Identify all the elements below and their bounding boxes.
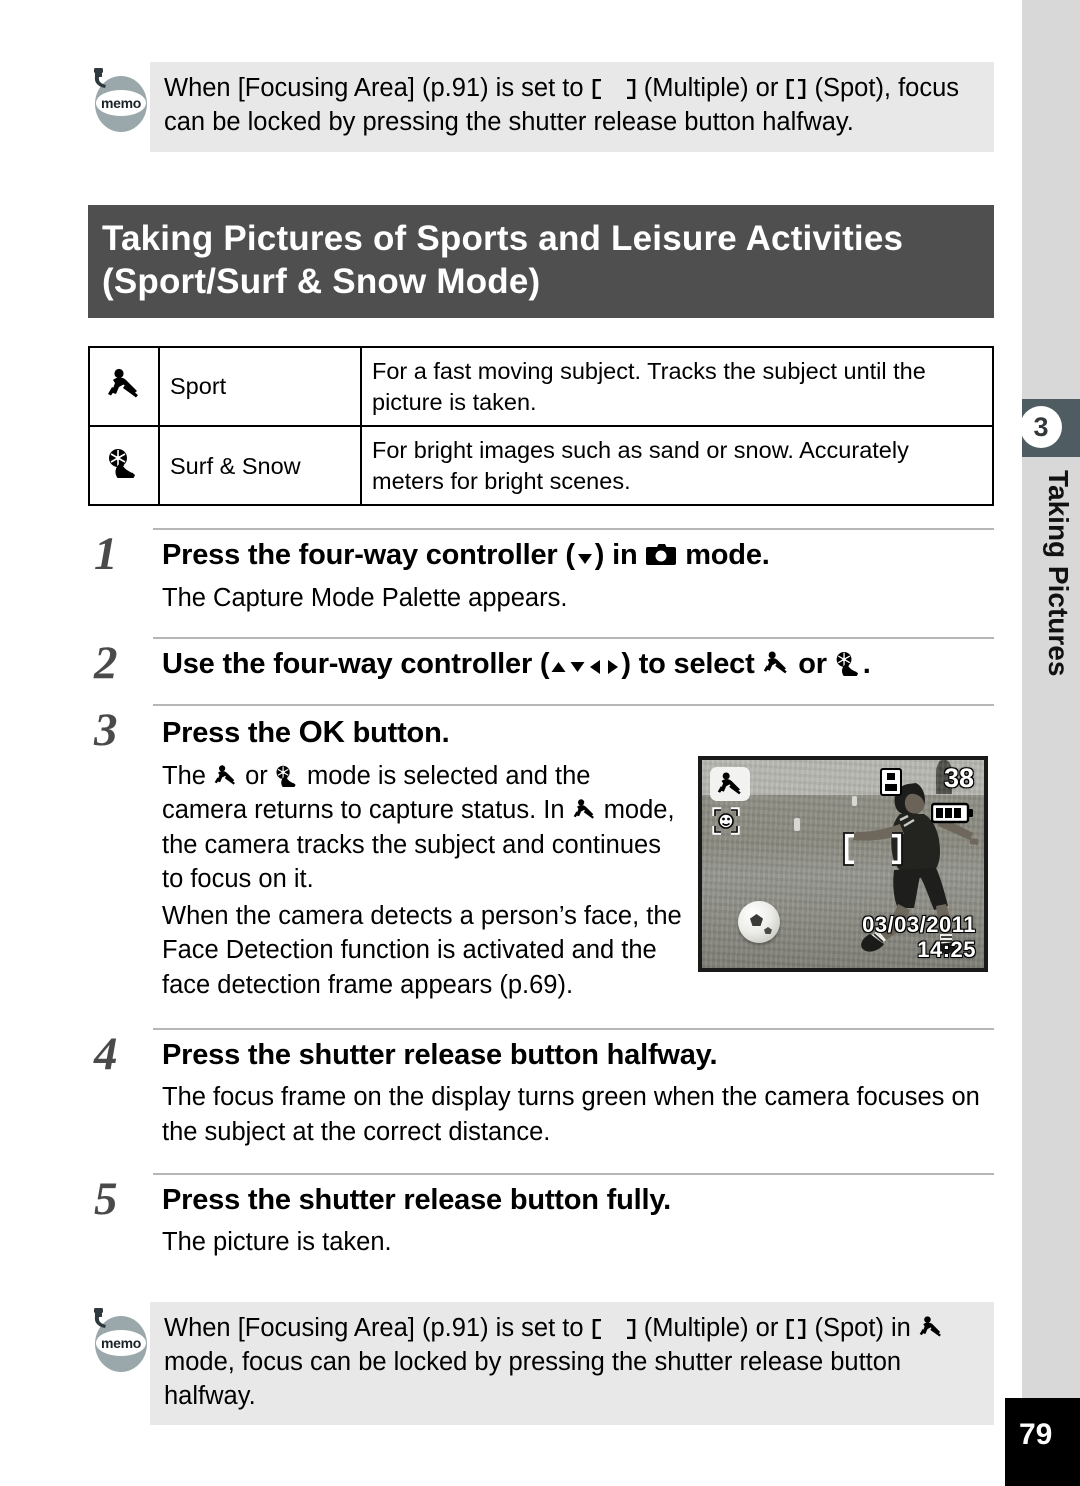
surf-snow-icon <box>107 448 141 479</box>
step-divider <box>153 1173 994 1176</box>
step-1-head-2: ) in <box>594 539 646 572</box>
lcd-soccer-ball <box>738 901 780 944</box>
page-number: 79 <box>1005 1398 1080 1486</box>
step-number: 2 <box>94 637 118 690</box>
mode-name: Sport <box>158 346 362 428</box>
step-3-body-1a: The <box>162 762 214 791</box>
step-3-body-1b: or <box>238 762 275 791</box>
step-1-heading: Press the four-way controller ( ) in mode… <box>162 537 994 573</box>
sport-icon <box>107 367 141 401</box>
memo-note-top: memo When [Focusing Area] (p.91) is set … <box>88 62 994 152</box>
multiple-focus-area-icon <box>591 79 637 99</box>
step-2-head-3: or <box>790 648 835 681</box>
section-title-line-1: Taking Pictures of Sports and Leisure Ac… <box>102 218 904 258</box>
step-number: 4 <box>94 1028 118 1080</box>
memo-note-top-text: When [Focusing Area] (p.91) is set to (M… <box>150 62 994 152</box>
step-2-head-2: ) to select <box>621 648 763 681</box>
step-4: 4 Press the shutter release button halfw… <box>88 1028 994 1149</box>
page-content: memo When [Focusing Area] (p.91) is set … <box>88 0 994 1426</box>
focus-frame-icon <box>843 832 903 866</box>
memo-bottom-text-3: (Spot) in <box>807 1313 918 1342</box>
table-row: Sport For a fast moving subject. Tracks … <box>88 346 994 428</box>
sport-icon <box>918 1315 944 1339</box>
step-number: 5 <box>94 1173 118 1226</box>
step-number: 1 <box>94 528 118 581</box>
chapter-title-vertical: Taking Pictures <box>1043 470 1074 677</box>
face-detection-icon <box>712 807 740 835</box>
surf-snow-icon <box>275 765 300 788</box>
multiple-focus-area-icon <box>591 1318 637 1339</box>
step-5: 5 Press the shutter release button fully… <box>88 1173 994 1260</box>
sport-icon <box>572 798 597 821</box>
memo-top-text-2: (Multiple) or <box>636 74 786 102</box>
step-divider <box>153 637 994 640</box>
sport-icon <box>717 772 741 795</box>
step-2: 2 Use the four-way controller ( ) to sele… <box>88 637 994 687</box>
arrow-right-icon <box>604 658 621 676</box>
memo-note-bottom-text: When [Focusing Area] (p.91) is set to (M… <box>150 1301 994 1426</box>
memo-icon-label: memo <box>96 90 146 116</box>
arrow-down-icon <box>568 658 587 676</box>
surf-snow-icon <box>835 651 863 677</box>
arrow-down-icon <box>575 549 595 567</box>
memo-bottom-text-1: When [Focusing Area] (p.91) is set to <box>164 1313 591 1342</box>
step-1-body: The Capture Mode Palette appears. <box>162 583 568 612</box>
pushpin-icon <box>94 1307 106 1328</box>
battery-full-icon <box>931 802 973 824</box>
mode-description: For a fast moving subject. Tracks the su… <box>360 346 994 428</box>
camera-capture-mode-icon <box>645 543 677 567</box>
ok-button-label: OK <box>298 714 345 750</box>
arrow-up-icon <box>549 658 568 676</box>
step-3-heading: Press the OK button. <box>162 713 994 752</box>
step-3-body-2: When the camera detects a person’s face,… <box>162 901 682 999</box>
mode-table: Sport For a fast moving subject. Tracks … <box>88 346 994 507</box>
lcd-sport-mode-badge <box>710 767 750 802</box>
step-1-head-3: mode. <box>677 539 770 572</box>
step-3-head-1: Press the <box>162 717 299 750</box>
spot-focus-area-icon <box>785 79 807 99</box>
memo-note-bottom: memo When [Focusing Area] (p.91) is set … <box>88 1301 994 1426</box>
step-3-head-2: button. <box>344 717 450 750</box>
step-2-head-1: Use the four-way controller ( <box>162 648 550 681</box>
step-3: 3 Press the OK button. The or mode is se… <box>88 704 994 1002</box>
surf-snow-icon-cell <box>88 425 160 507</box>
table-row: Surf & Snow For bright images such as sa… <box>88 425 994 507</box>
memo-bottom-text-2: (Multiple) or <box>636 1313 786 1342</box>
camera-lcd-preview: 38 03/03/2011 14:25 <box>698 756 988 973</box>
step-1-head-1: Press the four-way controller ( <box>162 539 575 572</box>
step-2-heading: Use the four-way controller ( ) to select… <box>162 646 994 682</box>
step-number: 3 <box>94 704 118 757</box>
step-2-head-4: . <box>862 648 871 681</box>
section-title: Taking Pictures of Sports and Leisure Ac… <box>88 204 994 319</box>
sd-card-icon <box>880 768 902 797</box>
step-5-heading: Press the shutter release button fully. <box>162 1184 671 1217</box>
lcd-time: 14:25 <box>917 937 976 963</box>
mode-description: For bright images such as sand or snow. … <box>360 425 994 507</box>
memo-top-text-1: When [Focusing Area] (p.91) is set to <box>164 74 591 102</box>
section-title-line-2: (Sport/Surf & Snow Mode) <box>102 261 541 301</box>
sport-icon <box>213 764 238 787</box>
step-divider <box>153 528 994 531</box>
memo-icon-label: memo <box>96 1329 146 1356</box>
mode-name: Surf & Snow <box>158 425 362 507</box>
step-divider <box>153 704 994 707</box>
sport-icon-cell <box>88 346 160 428</box>
memo-icon: memo <box>88 1307 150 1372</box>
lcd-frames-remaining: 38 <box>943 763 974 794</box>
lcd-date: 03/03/2011 <box>862 912 976 938</box>
step-4-body: The focus frame on the display turns gre… <box>162 1083 980 1146</box>
memo-bottom-text-4: mode, focus can be locked by pressing th… <box>164 1347 902 1410</box>
arrow-left-icon <box>587 658 604 676</box>
step-1: 1 Press the four-way controller ( ) in mo… <box>88 528 994 615</box>
step-3-body-1: The or mode is selected and the camera r… <box>162 759 682 897</box>
chapter-number-badge: 3 <box>1020 406 1062 448</box>
step-5-body: The picture is taken. <box>162 1228 392 1257</box>
spot-focus-area-icon <box>785 1318 807 1339</box>
lcd-background-post <box>794 818 800 832</box>
memo-icon: memo <box>88 68 150 132</box>
step-divider <box>153 1028 994 1030</box>
sport-icon <box>762 650 790 676</box>
step-4-heading: Press the shutter release button halfway… <box>162 1039 718 1071</box>
